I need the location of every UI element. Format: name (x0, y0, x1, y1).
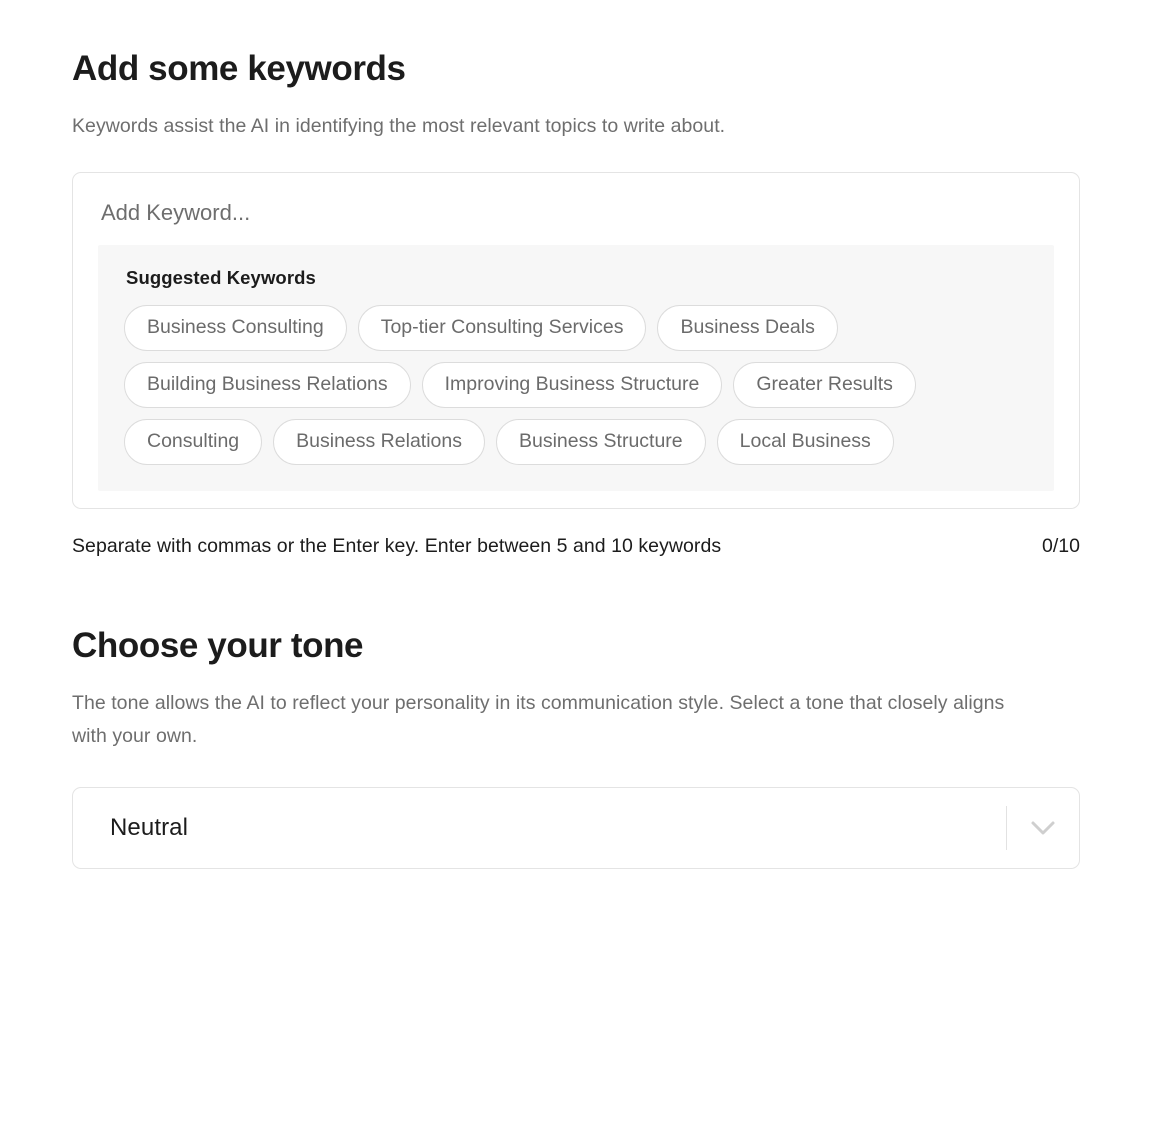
keyword-chip[interactable]: Greater Results (733, 362, 916, 409)
keyword-card: Suggested Keywords Business Consulting T… (72, 172, 1080, 510)
keyword-input[interactable] (101, 200, 1051, 227)
suggested-keywords-heading: Suggested Keywords (126, 267, 316, 289)
page-title: Add some keywords (72, 49, 406, 88)
suggested-keywords-panel: Suggested Keywords Business Consulting T… (98, 245, 1054, 492)
keyword-chip[interactable]: Improving Business Structure (421, 362, 723, 409)
tone-description: The tone allows the AI to reflect your p… (72, 691, 1005, 748)
keyword-chip[interactable]: Local Business (716, 419, 894, 466)
keyword-chip[interactable]: Business Consulting (124, 305, 347, 352)
keyword-chip[interactable]: Business Structure (495, 419, 706, 466)
keyword-input-row (73, 173, 1079, 245)
tone-select[interactable]: Neutral (72, 786, 1080, 869)
keyword-chip[interactable]: Building Business Relations (124, 362, 411, 409)
keyword-helper-row: Separate with commas or the Enter key. E… (72, 535, 1080, 558)
keyword-counter: 0/10 (1042, 535, 1080, 558)
suggested-keywords-list: Business Consulting Top-tier Consulting … (124, 305, 974, 466)
keyword-chip[interactable]: Consulting (124, 419, 263, 466)
keyword-chip[interactable]: Business Deals (657, 305, 838, 352)
tone-title: Choose your tone (72, 626, 364, 666)
keyword-chip[interactable]: Top-tier Consulting Services (357, 305, 647, 352)
tone-select-value: Neutral (110, 813, 189, 841)
keyword-helper-text: Separate with commas or the Enter key. E… (72, 535, 722, 558)
keyword-and-tone-form: Add some keywords Keywords assist the AI… (0, 0, 1174, 1126)
keyword-chip[interactable]: Business Relations (273, 419, 485, 466)
keywords-description: Keywords assist the AI in identifying th… (72, 114, 726, 137)
chevron-down-icon[interactable] (1007, 820, 1079, 836)
